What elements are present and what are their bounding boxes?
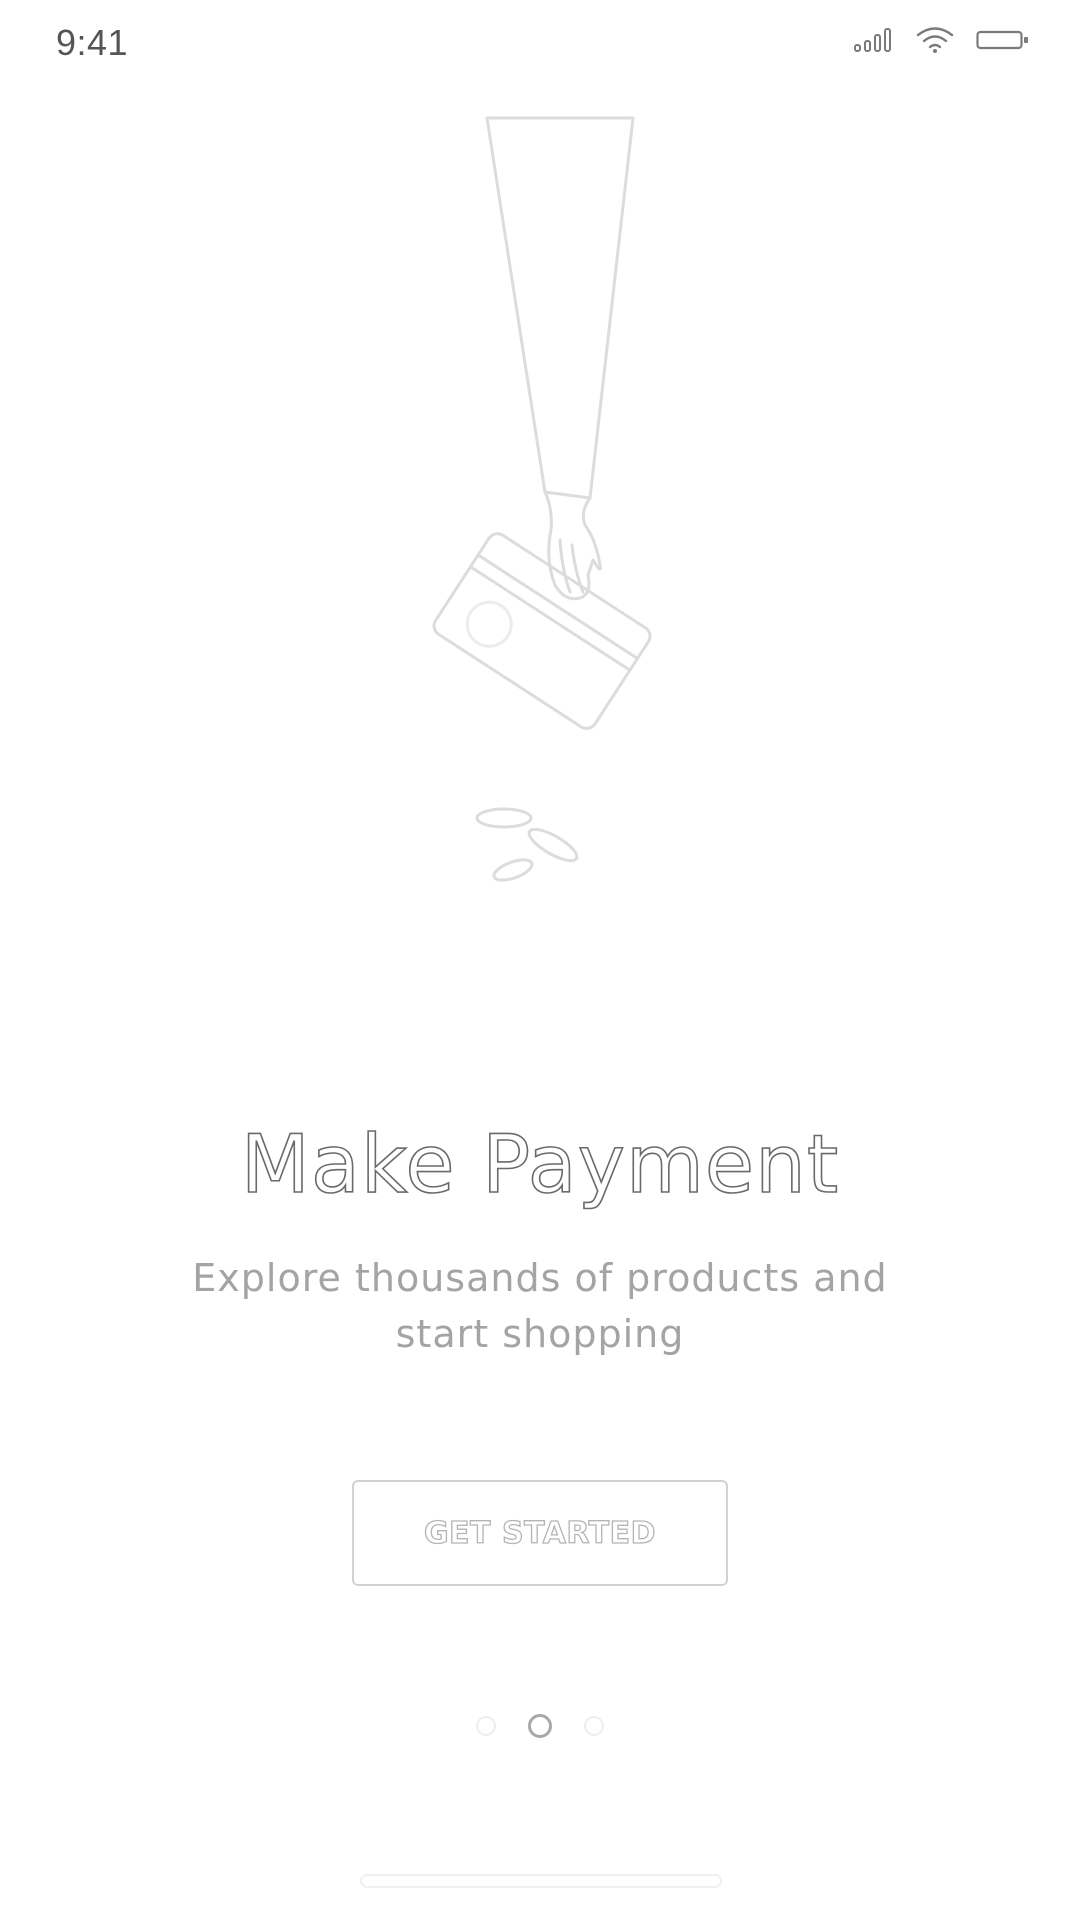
hand-holding-card-icon [432, 116, 652, 882]
page-dot-3[interactable] [584, 1716, 604, 1736]
get-started-label: GET STARTED [423, 1515, 657, 1551]
home-indicator[interactable] [360, 1874, 722, 1888]
page-dot-2-active[interactable] [528, 1714, 552, 1738]
onboarding-title: Make Payment [240, 1117, 840, 1212]
coins-icon [475, 807, 579, 882]
onboarding-subtitle: Explore thousands of products and start … [192, 1256, 888, 1356]
page-indicator [0, 1714, 1080, 1738]
page-dot-1[interactable] [476, 1716, 496, 1736]
get-started-button[interactable]: GET STARTED [352, 1480, 728, 1586]
